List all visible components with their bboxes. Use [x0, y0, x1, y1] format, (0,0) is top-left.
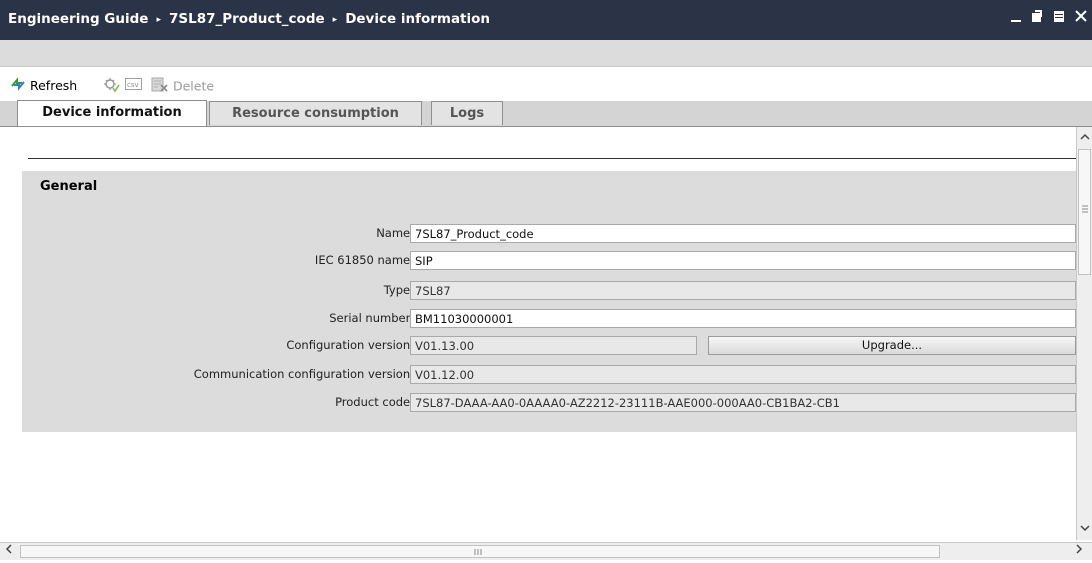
refresh-button[interactable]: Refresh: [10, 77, 77, 95]
vertical-scrollbar[interactable]: [1076, 127, 1092, 540]
breadcrumb-separator-icon: ▸: [156, 15, 161, 25]
breadcrumb-engineering-guide[interactable]: Engineering Guide: [8, 11, 148, 27]
product-code-field: 7SL87-DAAA-AA0-0AAAA0-AZ2212-23111B-AAE0…: [410, 393, 1076, 412]
delete-icon: [151, 77, 169, 97]
communication-configuration-version-field: V01.12.00: [410, 365, 1076, 384]
refresh-icon: [10, 77, 26, 96]
breadcrumb: Engineering Guide ▸ 7SL87_Product_code ▸ Dev…: [8, 11, 490, 27]
scroll-right-icon[interactable]: [1072, 543, 1086, 559]
serial-number-field[interactable]: BM11030000001: [410, 309, 1076, 328]
name-field[interactable]: 7SL87_Product_code: [410, 224, 1076, 243]
breadcrumb-device-information: Device information: [345, 11, 491, 27]
serial-number-label: Serial number:: [329, 311, 414, 325]
window-controls: [1005, 9, 1088, 25]
update-button[interactable]: [102, 77, 120, 95]
name-label: Name:: [376, 226, 414, 240]
divider: [28, 158, 1076, 159]
product-code-label: Product code:: [335, 395, 414, 409]
close-icon[interactable]: [1074, 9, 1088, 25]
vertical-scroll-thumb[interactable]: [1078, 149, 1091, 275]
breadcrumb-separator-icon: ▸: [332, 15, 338, 25]
configuration-version-label: Configuration version:: [286, 338, 414, 352]
name-row: Name: 7SL87_Product_code: [22, 224, 1076, 245]
device-information-content: General Name: 7SL87_Product_code IEC 618…: [0, 127, 1076, 540]
tab-resource-consumption[interactable]: Resource consumption: [209, 101, 422, 125]
tab-logs[interactable]: Logs: [431, 101, 503, 125]
delete-label: Delete: [172, 78, 215, 94]
maximize-icon[interactable]: [1052, 9, 1066, 25]
scroll-up-icon[interactable]: [1078, 130, 1092, 146]
configuration-version-row: Configuration version: V01.13.00 Upgrade…: [22, 336, 1076, 357]
breadcrumb-device[interactable]: 7SL87_Product_code: [169, 11, 325, 27]
general-section: General Name: 7SL87_Product_code IEC 618…: [22, 171, 1076, 432]
update-icon: [102, 77, 120, 98]
type-field: 7SL87: [410, 281, 1076, 300]
tab-device-information[interactable]: Device information: [17, 100, 207, 126]
refresh-label: Refresh: [29, 78, 78, 93]
communication-configuration-version-row: Communication configuration version: V01…: [22, 365, 1076, 386]
editor-header-bar: [0, 40, 1092, 67]
horizontal-scroll-thumb[interactable]: [20, 545, 940, 558]
serial-number-row: Serial number: BM11030000001: [22, 309, 1076, 330]
scroll-left-icon[interactable]: [2, 543, 16, 559]
delete-button[interactable]: Delete: [151, 77, 214, 95]
restore-icon[interactable]: [1030, 9, 1044, 25]
type-row: Type: 7SL87: [22, 281, 1076, 302]
scroll-down-icon[interactable]: [1078, 521, 1092, 537]
communication-configuration-version-label: Communication configuration version:: [193, 367, 414, 381]
title-bar: Engineering Guide ▸ 7SL87_Product_code ▸ Dev…: [0, 0, 1092, 40]
toolbar: Refresh csv Delete: [0, 74, 1092, 98]
general-section-title: General: [40, 179, 98, 194]
tab-strip: Device information Resource consumption …: [0, 100, 1092, 127]
csv-export-button[interactable]: csv: [125, 77, 143, 95]
csv-icon: csv: [125, 77, 143, 96]
iec61850-name-label: IEC 61850 name:: [314, 253, 414, 267]
horizontal-scrollbar[interactable]: [0, 542, 1092, 560]
minimize-icon[interactable]: [1009, 9, 1023, 25]
svg-text:csv: csv: [127, 81, 139, 89]
iec61850-name-row: IEC 61850 name: SIP: [22, 251, 1076, 272]
product-code-row: Product code: 7SL87-DAAA-AA0-0AAAA0-AZ22…: [22, 393, 1076, 414]
configuration-version-field: V01.13.00: [410, 336, 697, 355]
iec61850-name-field[interactable]: SIP: [410, 251, 1076, 270]
upgrade-button[interactable]: Upgrade...: [708, 336, 1076, 355]
